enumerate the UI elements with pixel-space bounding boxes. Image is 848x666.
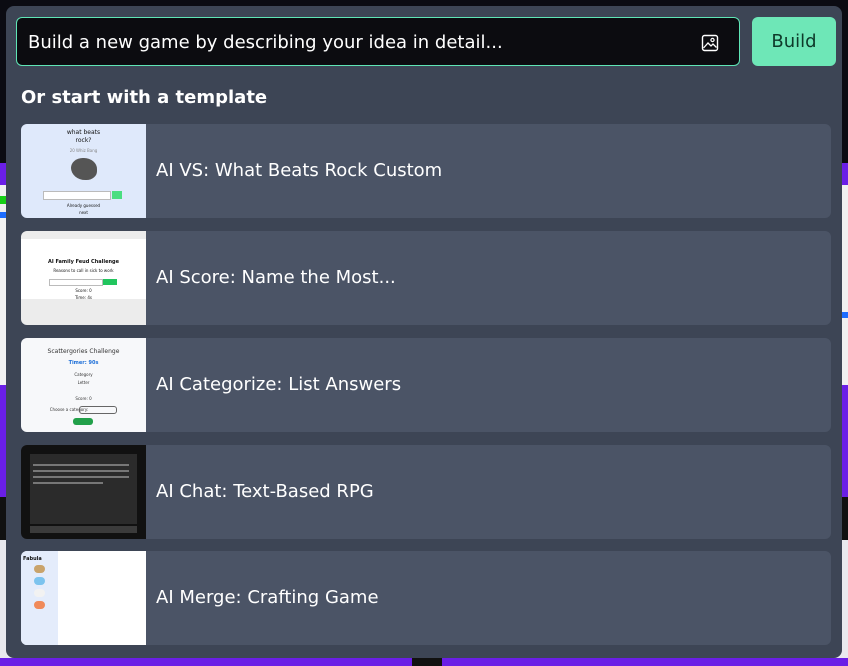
image-icon[interactable] (701, 34, 719, 52)
thumb-title-line1: what beats (66, 129, 101, 136)
thumb-subtitle: 20 Whiz Bang (69, 148, 98, 153)
template-thumbnail: Scattergories Challenge Timer: 90s Categ… (21, 338, 146, 432)
template-label: AI Chat: Text-Based RPG (156, 481, 374, 502)
template-thumbnail (21, 445, 146, 539)
thumb-select (79, 406, 117, 414)
template-card-ai-score[interactable]: AI Family Feud Challenge Reasons to call… (21, 231, 831, 325)
template-card-ai-categorize[interactable]: Scattergories Challenge Timer: 90s Categ… (21, 338, 831, 432)
template-label: AI Categorize: List Answers (156, 374, 402, 395)
thumb-input (43, 191, 111, 200)
game-idea-input[interactable] (26, 18, 690, 67)
thumb-input-bar (30, 526, 137, 533)
build-button[interactable]: Build (752, 17, 836, 66)
template-label: AI Merge: Crafting Game (156, 587, 379, 608)
background-bottom-tab (412, 658, 442, 666)
thumb-go-button (112, 191, 122, 199)
thumb-element (34, 589, 45, 597)
prompt-field-wrapper (16, 17, 740, 67)
template-card-ai-chat[interactable]: AI Chat: Text-Based RPG (21, 445, 831, 539)
thumb-element (34, 565, 45, 573)
template-label: AI Score: Name the Most... (156, 267, 396, 288)
template-card-ai-vs[interactable]: what beats rock? 20 Whiz Bang Already gu… (21, 124, 831, 218)
thumb-time: Time: 4s (74, 295, 93, 300)
rock-image (71, 158, 97, 180)
thumb-title: Fabula (23, 556, 42, 562)
templates-heading: Or start with a template (21, 87, 268, 108)
thumb-score: Score: 0 (75, 288, 92, 293)
thumb-text-line (33, 464, 129, 466)
thumb-element (34, 577, 45, 585)
thumb-subtitle: Reasons to call in sick to work (53, 268, 114, 273)
template-label: AI VS: What Beats Rock Custom (156, 160, 443, 181)
thumb-start-button (73, 418, 93, 425)
thumb-timer: Timer: 90s (68, 360, 99, 366)
template-card-ai-merge[interactable]: Fabula AI Merge: Crafting Game (21, 551, 831, 645)
thumb-category: Category (74, 372, 93, 377)
background-blue-marker-right (842, 312, 848, 318)
new-game-modal: Build Or start with a template what beat… (6, 6, 842, 658)
thumb-footer1: Already guessed (66, 203, 101, 208)
thumb-text-line (33, 470, 129, 472)
thumb-score: Score: 0 (75, 396, 92, 401)
thumb-letter: Letter (77, 380, 90, 385)
template-thumbnail: Fabula (21, 551, 146, 645)
thumb-footer2: next (79, 210, 88, 215)
thumb-text-line (33, 476, 129, 478)
template-thumbnail: AI Family Feud Challenge Reasons to call… (21, 231, 146, 325)
thumb-text-line (33, 482, 103, 484)
thumb-title: Scattergories Challenge (47, 348, 120, 355)
thumb-element (34, 601, 45, 609)
thumb-title: AI Family Feud Challenge (47, 259, 120, 265)
thumb-submit-button (103, 279, 117, 285)
thumb-title-line2: rock? (75, 137, 92, 144)
thumb-input (49, 279, 103, 286)
template-thumbnail: what beats rock? 20 Whiz Bang Already gu… (21, 124, 146, 218)
